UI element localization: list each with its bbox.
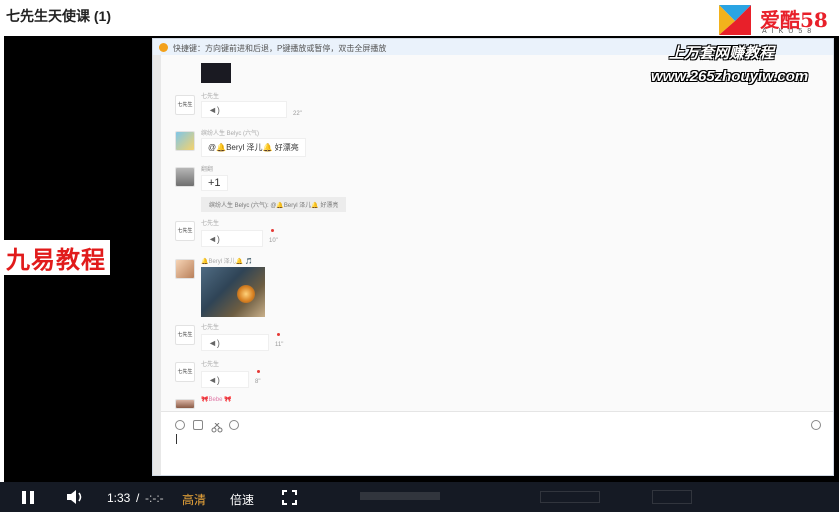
faded-underlay-controls — [300, 482, 839, 512]
ghost-dropdown — [540, 491, 600, 503]
notice-text: 快捷键：方向键前进和后退，P键播放或暂停，双击全屏播放 — [173, 44, 387, 53]
emoji-icon[interactable] — [175, 420, 185, 430]
avatar[interactable]: 七先生 — [175, 221, 195, 241]
right-watermark-title: 上万套网赚教程 — [669, 45, 775, 62]
current-time: 1:33 — [107, 491, 131, 505]
voice-bubble[interactable]: ◄) — [201, 371, 249, 388]
left-watermark: 九易教程 — [4, 240, 110, 275]
chat-window: 快捷键：方向键前进和后退，P键播放或暂停，双击全屏播放 上万套网赚教程 www.… — [152, 38, 834, 476]
title-bar: 七先生天使课 (1) 爱酷58 AIKU58 — [0, 0, 839, 36]
candle-glow — [237, 285, 255, 303]
folder-icon[interactable] — [193, 420, 203, 430]
fullscreen-icon-corner — [282, 490, 287, 495]
voice-icon: ◄) — [208, 105, 220, 115]
pause-icon-bar — [30, 491, 34, 504]
info-icon — [159, 43, 168, 52]
voice-duration: 11" — [275, 342, 284, 348]
avatar[interactable]: 七先生 — [175, 325, 195, 345]
total-time: -:-:- — [145, 491, 164, 505]
scissors-icon[interactable] — [211, 420, 223, 433]
ghost-button — [652, 490, 692, 504]
message-input-area[interactable] — [161, 411, 833, 475]
video-area[interactable]: 九易教程 快捷键：方向键前进和后退，P键播放或暂停，双击全屏播放 上万套网赚教程… — [4, 36, 839, 482]
player-control-bar: 1:33 / -:-:- 高清 倍速 — [0, 482, 839, 512]
avatar[interactable] — [175, 399, 195, 409]
sender-name: 七先生 — [201, 94, 220, 100]
phone-icon[interactable] — [811, 420, 821, 430]
unread-dot — [271, 229, 274, 232]
voice-duration: 8" — [255, 379, 261, 385]
avatar[interactable]: 七先生 — [175, 95, 195, 115]
volume-button[interactable] — [66, 489, 86, 505]
voice-duration: 22" — [293, 111, 302, 117]
sender-name: 翻翻 — [201, 167, 214, 173]
sender-name: 七先生 — [201, 362, 220, 368]
fullscreen-icon-corner — [292, 490, 297, 495]
ghost-volume-slider — [360, 492, 440, 500]
text-bubble[interactable]: +1 — [201, 175, 228, 191]
voice-icon: ◄) — [208, 338, 220, 348]
voice-icon: ◄) — [208, 234, 220, 244]
avatar[interactable]: 七先生 — [175, 362, 195, 382]
sender-name: 缤纷人生 Belyc (六气) — [201, 131, 260, 137]
right-watermark-url: www.265zhouyiw.com — [651, 68, 809, 85]
unread-dot — [277, 333, 280, 336]
avatar[interactable] — [175, 259, 195, 279]
chat-image[interactable] — [201, 267, 265, 317]
unread-dot — [257, 370, 260, 373]
sender-name: 七先生 — [201, 221, 220, 227]
avatar[interactable] — [175, 131, 195, 151]
pause-button[interactable] — [22, 491, 36, 505]
speed-button[interactable]: 倍速 — [230, 491, 254, 508]
fullscreen-icon-corner — [282, 500, 287, 505]
fullscreen-button[interactable] — [282, 490, 297, 505]
chat-history-icon[interactable] — [229, 420, 239, 430]
quality-button[interactable]: 高清 — [182, 491, 206, 508]
pause-icon-bar — [22, 491, 26, 504]
sender-name: 🎀Bebe 🎀 — [201, 397, 232, 403]
voice-icon: ◄) — [208, 375, 220, 385]
sender-name: 🔔Beryl 泽儿🔔 🎵 — [201, 259, 253, 265]
text-caret — [176, 434, 177, 444]
voice-duration: 10" — [269, 238, 278, 244]
volume-icon — [67, 490, 82, 504]
quoted-message[interactable]: 缤纷人生 Belyc (六气): @🔔Beryl 泽儿🔔 好漂亮 — [201, 197, 347, 212]
sender-name: 七先生 — [201, 325, 220, 331]
logo-subtext: AIKU58 — [762, 28, 817, 35]
fullscreen-icon-corner — [292, 500, 297, 505]
chat-left-strip — [153, 55, 161, 475]
window-title: 七先生天使课 (1) — [6, 8, 111, 24]
text-bubble[interactable]: @🔔Beryl 泽儿🔔 好漂亮 — [201, 138, 306, 157]
chat-image-thumbnail[interactable] — [201, 63, 231, 83]
avatar[interactable] — [175, 167, 195, 187]
time-separator: / — [136, 491, 140, 505]
page: 七先生天使课 (1) 爱酷58 AIKU58 九易教程 快捷键：方向键前进和后退… — [0, 0, 839, 512]
voice-bubble[interactable]: ◄) — [201, 101, 287, 118]
voice-bubble[interactable]: ◄) — [201, 230, 263, 247]
voice-bubble[interactable]: ◄) — [201, 334, 269, 351]
